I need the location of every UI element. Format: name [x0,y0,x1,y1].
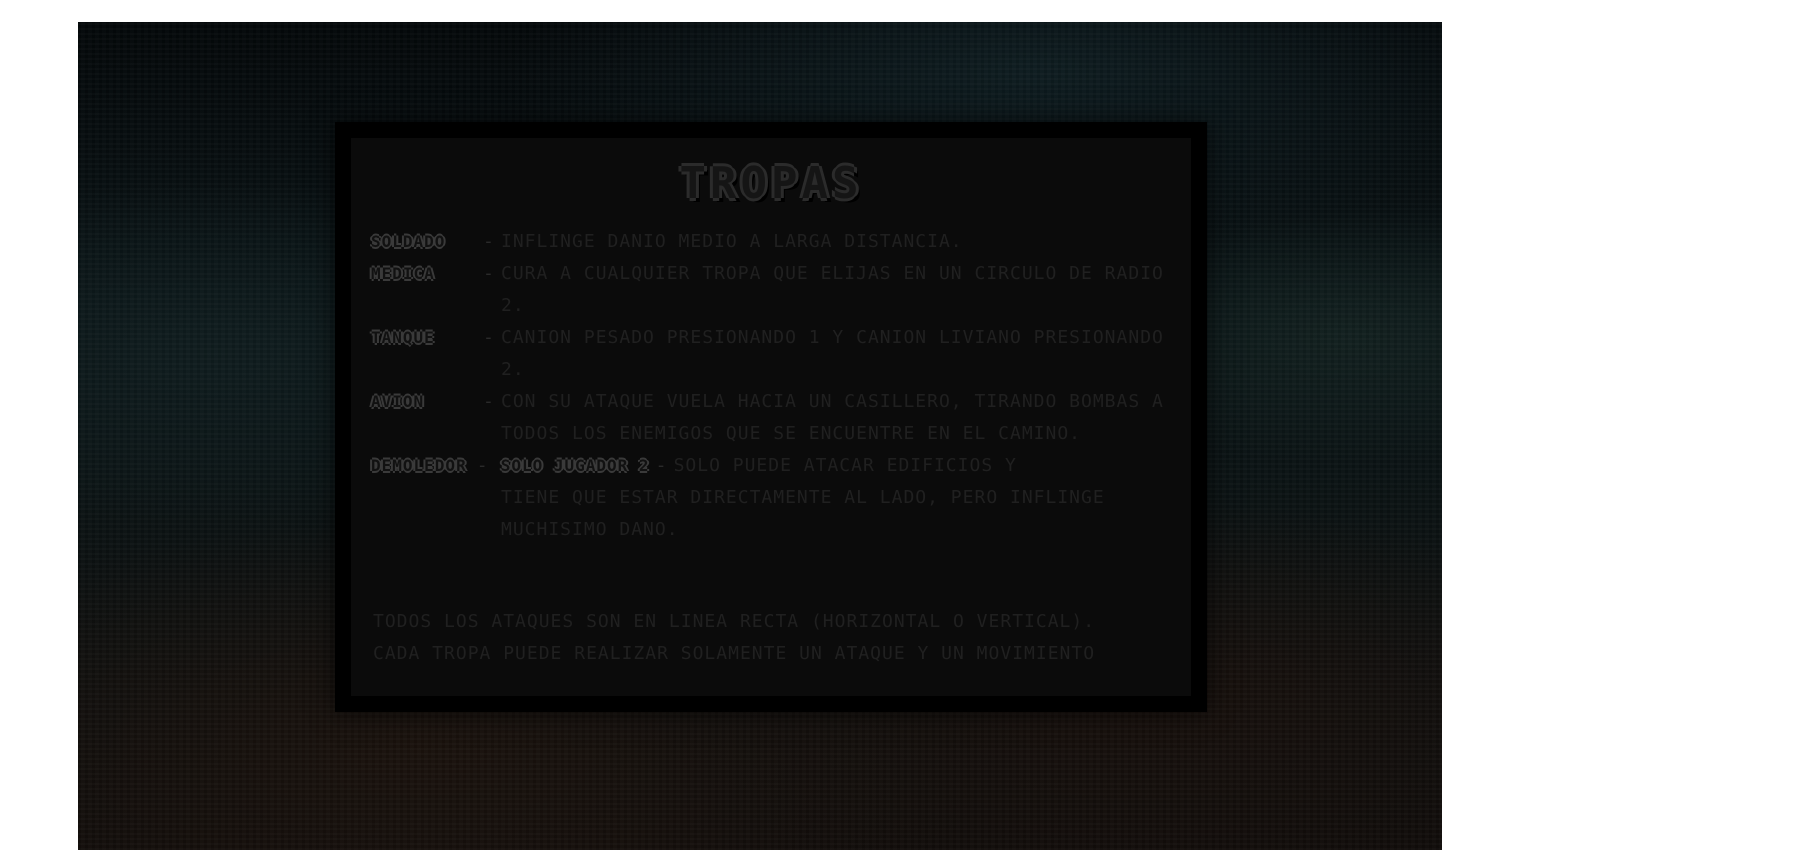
troop-row-demoledor: DEMOLEDOR - SOLO JUGADOR 2 - SOLO PUEDE … [371,450,1181,482]
dialog-title: TROPAS [679,158,863,209]
troop-row-soldado: SOLDADO - INFLINGE DANIO MEDIO A LARGA D… [371,226,1181,258]
troop-row-avion: AVION - CON SU ATAQUE VUELA HACIA UN CAS… [371,386,1181,450]
troop-name: DEMOLEDOR [371,456,467,475]
separator: - [483,263,495,284]
player-note: SOLO JUGADOR 2 [500,456,650,475]
troop-name: TANQUE [371,328,435,347]
troop-description: CON SU ATAQUE VUELA HACIA UN CASILLERO, … [501,391,1164,444]
troop-row-medica: MEDICA - CURA A CUALQUIER TROPA QUE ELIJ… [371,258,1181,322]
troop-name: AVION [371,392,425,411]
rules-footer: TODOS LOS ATAQUES SON EN LINEA RECTA (HO… [373,606,1193,670]
troop-description-continued: TIENE QUE ESTAR DIRECTAMENTE AL LADO, PE… [501,487,1105,540]
troop-description: INFLINGE DANIO MEDIO A LARGA DISTANCIA. [501,231,963,252]
troops-info-dialog: TROPAS SOLDADO - INFLINGE DANIO MEDIO A … [335,122,1207,712]
troop-description-first: SOLO PUEDE ATACAR EDIFICIOS Y [673,455,1017,476]
troop-description: CANION PESADO PRESIONANDO 1 Y CANION LIV… [501,327,1164,380]
separator: - [655,455,668,476]
separator: - [476,455,489,476]
dialog-panel: TROPAS SOLDADO - INFLINGE DANIO MEDIO A … [351,138,1191,696]
troop-row-tanque: TANQUE - CANION PESADO PRESIONANDO 1 Y C… [371,322,1181,386]
separator: - [483,391,495,412]
separator: - [483,231,495,252]
troop-list: SOLDADO - INFLINGE DANIO MEDIO A LARGA D… [371,226,1181,546]
troop-name: MEDICA [371,264,435,283]
game-viewport: TROPAS SOLDADO - INFLINGE DANIO MEDIO A … [78,22,1442,850]
separator: - [483,327,495,348]
rule-line: TODOS LOS ATAQUES SON EN LINEA RECTA (HO… [373,611,1096,632]
troop-name: SOLDADO [371,232,446,251]
rule-line: CADA TROPA PUEDE REALIZAR SOLAMENTE UN A… [373,643,1096,664]
troop-description: CURA A CUALQUIER TROPA QUE ELIJAS EN UN … [501,263,1164,316]
